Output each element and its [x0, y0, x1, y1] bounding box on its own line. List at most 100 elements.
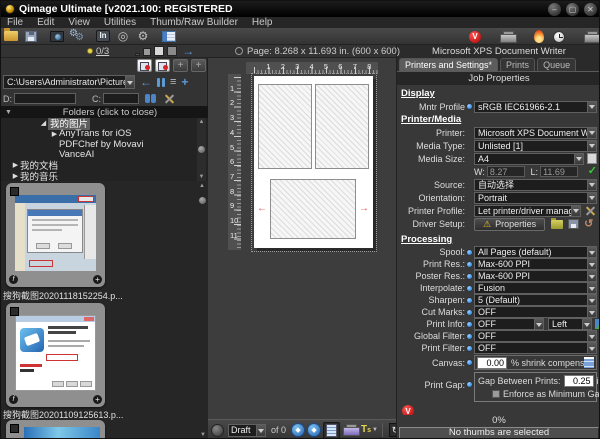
dropdown-button[interactable]	[587, 307, 596, 317]
custom-size-icon[interactable]	[587, 153, 597, 164]
dropdown-button[interactable]	[534, 319, 543, 329]
thumb-size-large-icon[interactable]	[154, 46, 164, 56]
filter-images-button[interactable]	[137, 59, 152, 72]
prev-page-button[interactable]: ◆	[291, 423, 305, 437]
thumbnail-scrollbar[interactable]: ▲	[197, 183, 207, 438]
source-combo[interactable]: 自动选择	[474, 179, 597, 191]
dropdown-button[interactable]	[587, 283, 596, 293]
blue-dot-icon[interactable]	[467, 322, 472, 327]
thumb-size-selector[interactable]	[135, 46, 177, 56]
media-size-combo[interactable]: A4	[474, 153, 584, 165]
print-region[interactable]	[315, 84, 369, 169]
thumb-checkbox[interactable]	[10, 307, 19, 316]
filter-raw-button[interactable]	[155, 59, 170, 72]
next-page-button[interactable]: ◆	[307, 423, 321, 437]
shrink-compensation-input[interactable]: 0.00	[477, 357, 507, 369]
print-info-position-combo[interactable]: Left	[548, 318, 592, 330]
blue-dot-icon[interactable]	[467, 334, 472, 339]
lightning-in-button[interactable]: In	[93, 28, 113, 44]
page-radio-icon[interactable]	[235, 47, 243, 55]
resize-handle-right-icon[interactable]: →	[359, 204, 369, 214]
driver-save-profile-icon[interactable]	[551, 220, 563, 229]
collapsed-arrow-icon[interactable]: ▶	[11, 172, 20, 180]
blue-dot-icon[interactable]	[467, 286, 472, 291]
dropdown-button[interactable]	[587, 193, 596, 203]
tab-prints[interactable]: Prints	[500, 58, 535, 71]
dropdown-button[interactable]	[587, 343, 596, 353]
print-region[interactable]	[258, 84, 312, 169]
sphere-icon[interactable]	[211, 424, 224, 437]
interpolate-combo[interactable]: Fusion	[474, 282, 597, 294]
back-arrow-icon[interactable]: ←	[140, 76, 152, 88]
minimize-button[interactable]: –	[548, 3, 561, 16]
blue-dot-icon[interactable]	[467, 262, 472, 267]
gap-input[interactable]: 0.25	[564, 375, 594, 387]
add-to-queue-arrow-icon[interactable]: →	[182, 45, 194, 57]
pause-icon[interactable]	[157, 78, 165, 87]
calculator-icon[interactable]	[584, 357, 594, 368]
thumb-size-small-icon[interactable]	[135, 53, 140, 56]
global-filter-combo[interactable]: OFF	[474, 330, 597, 342]
tab-queue[interactable]: Queue	[537, 58, 576, 71]
thumbnail-card[interactable]	[6, 420, 105, 439]
blue-dot-icon[interactable]	[467, 382, 472, 387]
dropdown-button[interactable]	[587, 180, 596, 190]
blue-dot-icon[interactable]	[467, 274, 472, 279]
drive-d-input[interactable]	[14, 93, 76, 104]
print-filter-combo[interactable]: OFF	[474, 342, 597, 354]
acquire-button[interactable]	[47, 28, 67, 44]
scroll-down-icon[interactable]: ▼	[200, 432, 206, 438]
profile-tools-icon[interactable]	[584, 205, 597, 217]
tools-icon[interactable]	[163, 93, 176, 105]
thumb-add-icon[interactable]: +	[93, 275, 102, 284]
print-region-selected[interactable]	[270, 179, 356, 239]
blue-dot-icon[interactable]	[467, 360, 472, 365]
printer-combo[interactable]: Microsoft XPS Document Writer	[474, 127, 597, 139]
print-button[interactable]	[497, 29, 517, 45]
dropdown-button[interactable]	[571, 206, 580, 216]
search-binoculars-icon[interactable]	[145, 94, 157, 103]
menu-edit[interactable]: Edit	[37, 17, 54, 28]
tree-item-pdfchef[interactable]: PDFChef by Movavi	[1, 139, 208, 150]
zoom-out-thumbs-button[interactable]: +	[191, 59, 206, 72]
quality-combo[interactable]: Draft	[228, 424, 266, 437]
zoom-in-thumbs-button[interactable]: +	[173, 59, 188, 72]
thumb-checkbox[interactable]	[10, 424, 19, 433]
properties-button[interactable]: ⚠ Properties	[474, 218, 545, 231]
tree-item-anytrans[interactable]: ▶ AnyTrans for iOS	[1, 129, 208, 140]
open-folder-button[interactable]	[1, 28, 21, 44]
menu-thumb-raw-builder[interactable]: Thumb/Raw Builder	[150, 17, 238, 28]
selected-counter-link[interactable]: 0/3	[96, 46, 109, 57]
add-path-icon[interactable]: +	[181, 76, 188, 88]
thumbnail-image[interactable]	[15, 315, 96, 391]
blue-dot-icon[interactable]	[467, 250, 472, 255]
print-info-style-icon[interactable]	[595, 319, 600, 329]
mntr-profile-combo[interactable]: sRGB IEC61966-2.1	[474, 101, 597, 113]
tree-item-music[interactable]: ▶ 我的音乐	[1, 171, 208, 182]
dropdown-button[interactable]	[587, 102, 596, 112]
blue-dot-icon[interactable]	[467, 104, 472, 109]
print-res-combo[interactable]: Max-600 PPI	[474, 258, 597, 270]
driver-save-icon[interactable]	[568, 219, 579, 229]
tab-printers-and-settings[interactable]: Printers and Settings*	[399, 58, 498, 71]
page-canvas[interactable]: ← →	[254, 76, 373, 248]
dropdown-button[interactable]	[587, 128, 596, 138]
timer-button[interactable]	[549, 29, 569, 45]
poster-res-combo[interactable]: Max-600 PPI	[474, 270, 597, 282]
dropdown-button[interactable]	[587, 247, 596, 257]
v-badge-icon[interactable]: V	[402, 405, 414, 415]
sharpen-combo[interactable]: 5 (Default)	[474, 294, 597, 306]
collapsed-arrow-icon[interactable]: ▶	[50, 130, 59, 138]
menu-help[interactable]: Help	[252, 17, 273, 28]
print-page-button[interactable]	[342, 422, 359, 439]
expanded-arrow-icon[interactable]: ◢	[39, 119, 48, 127]
blue-dot-icon[interactable]	[467, 310, 472, 315]
dropdown-button[interactable]	[574, 154, 583, 164]
thumb-size-medium-icon[interactable]	[143, 48, 151, 56]
media-type-combo[interactable]: Unlisted [1]	[474, 140, 597, 152]
quality-dropdown-button[interactable]	[256, 425, 265, 436]
path-dropdown-button[interactable]	[125, 76, 134, 88]
cut-marks-combo[interactable]: OFF	[474, 306, 597, 318]
raw-refine-button[interactable]: ⚙⚙	[67, 28, 87, 44]
dropdown-button[interactable]	[587, 259, 596, 269]
